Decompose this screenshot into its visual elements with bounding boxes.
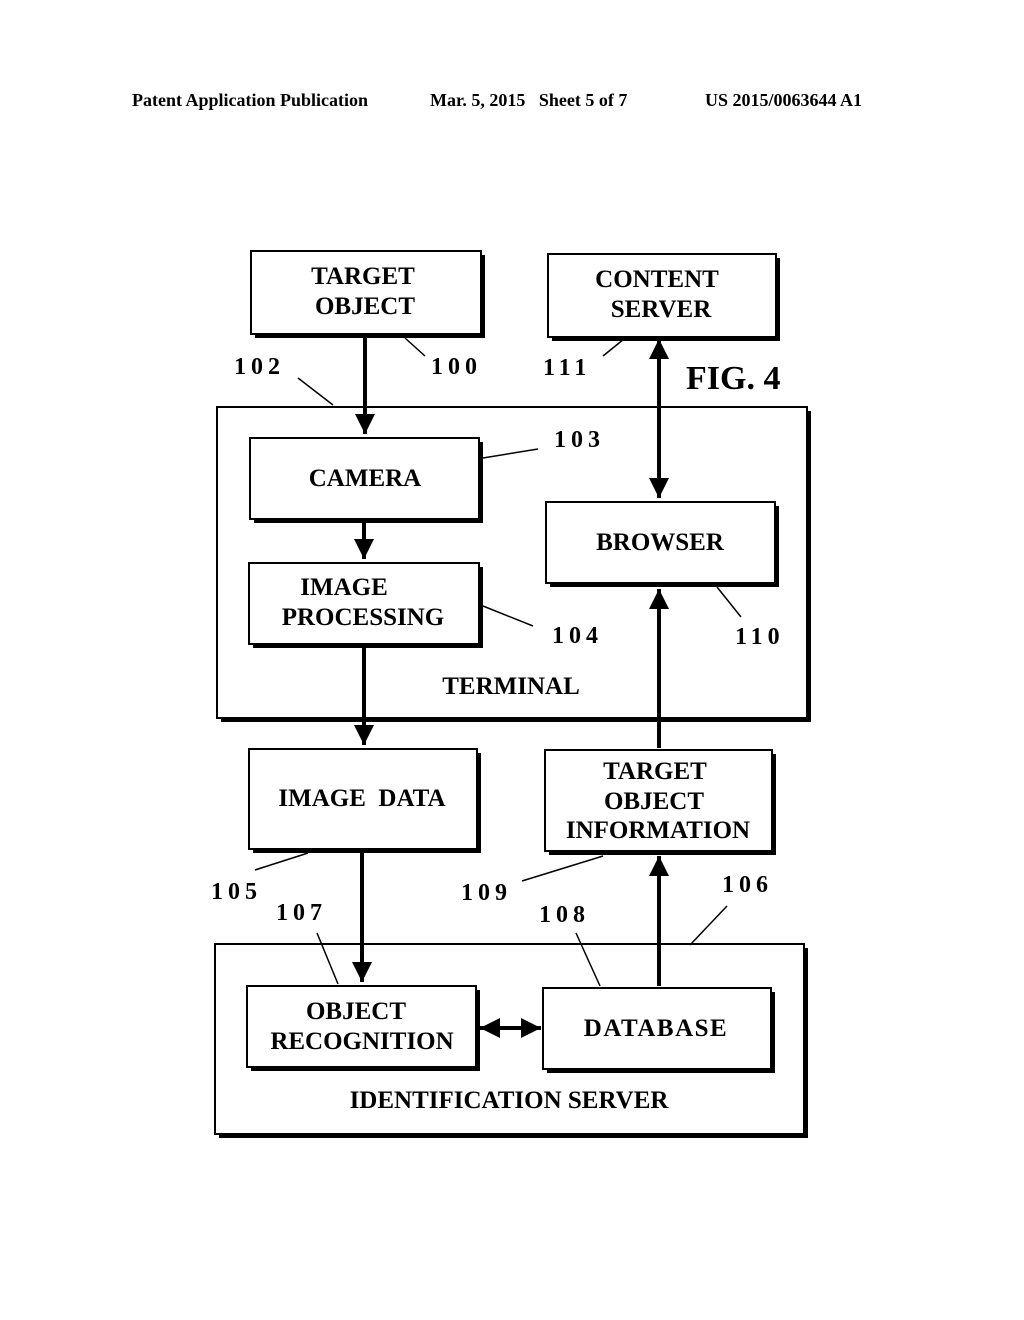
ref-108: 108 bbox=[539, 902, 590, 928]
block-target-object-information: TARGET OBJECT INFORMATION bbox=[544, 749, 776, 855]
ref-105: 105 bbox=[211, 879, 262, 905]
block-browser: BROWSER bbox=[545, 501, 779, 587]
block-image-data: IMAGE DATA bbox=[248, 748, 481, 853]
ref-103: 103 bbox=[554, 427, 605, 453]
ref-110: 110 bbox=[735, 624, 785, 650]
svg-text:BROWSER: BROWSER bbox=[596, 529, 725, 556]
leader-105 bbox=[254, 852, 309, 871]
svg-text:OBJECT: OBJECT bbox=[604, 788, 704, 815]
block-camera: CAMERA bbox=[249, 437, 483, 523]
ref-106: 106 bbox=[722, 872, 773, 898]
ref-102: 102 bbox=[234, 354, 285, 380]
svg-text:CAMERA: CAMERA bbox=[309, 465, 422, 492]
leader-111 bbox=[602, 338, 625, 357]
svg-text:TARGET: TARGET bbox=[311, 263, 415, 290]
ref-104: 104 bbox=[552, 623, 603, 649]
svg-text:CONTENT: CONTENT bbox=[595, 266, 719, 293]
block-target-object: TARGET OBJECT bbox=[250, 250, 485, 338]
ref-100: 100 bbox=[431, 354, 482, 380]
block-diagram: TERMINAL IDENTIFICATION SERVER TARGET OB… bbox=[211, 250, 811, 1138]
svg-text:IMAGE DATA: IMAGE DATA bbox=[278, 785, 445, 812]
terminal-label: TERMINAL bbox=[442, 673, 580, 700]
svg-text:IMAGE: IMAGE bbox=[300, 574, 388, 601]
svg-text:INFORMATION: INFORMATION bbox=[566, 817, 750, 844]
block-content-server: CONTENT SERVER bbox=[547, 253, 780, 341]
svg-text:DATABASE: DATABASE bbox=[584, 1015, 728, 1042]
identification-server-label: IDENTIFICATION SERVER bbox=[350, 1087, 670, 1114]
svg-text:RECOGNITION: RECOGNITION bbox=[270, 1028, 453, 1055]
ref-109: 109 bbox=[461, 880, 512, 906]
block-object-recognition: OBJECT RECOGNITION bbox=[246, 985, 480, 1071]
leader-106 bbox=[689, 905, 728, 946]
leader-100 bbox=[404, 337, 426, 357]
leader-102 bbox=[297, 377, 334, 406]
svg-text:OBJECT: OBJECT bbox=[315, 293, 415, 320]
block-image-processing: IMAGE PROCESSING bbox=[248, 562, 483, 648]
svg-text:TARGET: TARGET bbox=[603, 758, 707, 785]
figure-label: FIG. 4 bbox=[686, 360, 780, 397]
svg-text:OBJECT: OBJECT bbox=[306, 998, 406, 1025]
svg-text:SERVER: SERVER bbox=[611, 296, 712, 323]
leader-109 bbox=[521, 855, 604, 882]
ref-111: 111 bbox=[543, 355, 591, 381]
svg-text:PROCESSING: PROCESSING bbox=[282, 604, 445, 631]
ref-107: 107 bbox=[276, 900, 327, 926]
block-database: DATABASE bbox=[542, 987, 775, 1073]
